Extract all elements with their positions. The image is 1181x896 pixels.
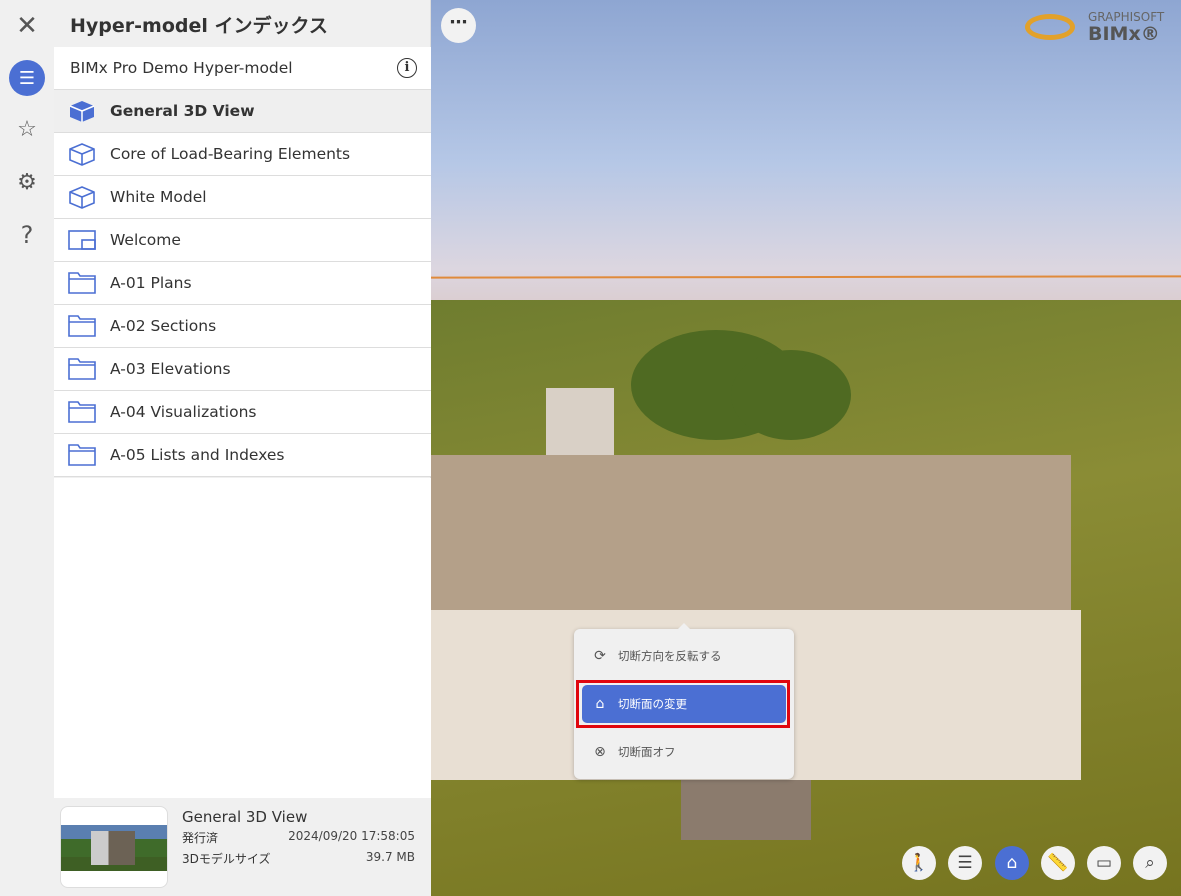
index-item-label: A-02 Sections [110, 317, 217, 335]
section-off-item[interactable]: ⊗ 切断面オフ [582, 733, 786, 771]
index-item[interactable]: A-04 Visualizations [54, 391, 431, 434]
view-thumbnail [60, 806, 168, 888]
cube-filled-icon [54, 99, 110, 123]
index-item-label: A-04 Visualizations [110, 403, 257, 421]
bimx-logo: GRAPHISOFT BIMx® [1025, 8, 1175, 48]
more-options-button[interactable]: ⋯ [441, 8, 476, 43]
3d-viewport[interactable] [431, 0, 1181, 896]
help-icon[interactable]: ? [9, 217, 45, 253]
cube-icon [54, 185, 110, 209]
left-rail: ✕ ☰ ☆ ⚙ ? [0, 0, 54, 896]
layout-button[interactable]: ▭ [1087, 846, 1121, 880]
panel-title: Hyper-model インデックス [70, 15, 328, 37]
zoom-view-button[interactable]: ⌕ [1133, 846, 1167, 880]
index-item[interactable]: Core of Load-Bearing Elements [54, 133, 431, 176]
index-item[interactable]: A-05 Lists and Indexes [54, 434, 431, 477]
index-item[interactable]: A-02 Sections [54, 305, 431, 348]
walk-icon: 🚶 [908, 853, 930, 873]
index-item-label: Core of Load-Bearing Elements [110, 145, 351, 163]
index-item[interactable]: A-01 Plans [54, 262, 431, 305]
index-item-label: A-03 Elevations [110, 360, 231, 378]
highlight-box [576, 680, 790, 728]
gear-icon[interactable]: ⚙ [9, 164, 45, 200]
close-circle-icon: ⊗ [594, 744, 606, 760]
index-item-label: A-01 Plans [110, 274, 192, 292]
size-label: 3Dモデルサイズ [182, 852, 271, 866]
project-name: BIMx Pro Demo Hyper-model [70, 59, 293, 77]
info-icon[interactable]: i [397, 58, 417, 78]
index-item-label: General 3D View [110, 102, 255, 120]
index-item[interactable]: A-03 Elevations [54, 348, 431, 391]
settings-sliders-button[interactable]: ☰ [948, 846, 982, 880]
view-info-card: General 3D View 発行済 2024/09/20 17:58:05 … [54, 798, 431, 896]
size-value: 39.7 MB [365, 850, 415, 864]
walk-button[interactable]: 🚶 [902, 846, 936, 880]
flip-section-item[interactable]: ⟳ 切断方向を反転する [582, 637, 786, 675]
index-list: BIMx Pro Demo Hyper-model i General 3D V… [54, 47, 431, 477]
star-icon[interactable]: ☆ [9, 111, 45, 147]
section-box-button[interactable]: ⌂ [995, 846, 1029, 880]
index-item[interactable]: Welcome [54, 219, 431, 262]
project-row[interactable]: BIMx Pro Demo Hyper-model i [54, 47, 431, 90]
folder-icon [54, 314, 110, 338]
layout-icon: ▭ [1095, 853, 1113, 873]
folder-icon [54, 400, 110, 424]
layout-icon [54, 229, 110, 251]
index-panel: Hyper-model インデックス BIMx Pro Demo Hyper-m… [54, 0, 431, 896]
index-item-label: White Model [110, 188, 207, 206]
index-item-label: Welcome [110, 231, 181, 249]
folder-icon [54, 271, 110, 295]
cube-icon [54, 142, 110, 166]
list-icon[interactable]: ☰ [9, 60, 45, 96]
index-item[interactable]: White Model [54, 176, 431, 219]
section-box-icon: ⌂ [1006, 853, 1018, 873]
index-item[interactable]: General 3D View [54, 90, 431, 133]
close-icon[interactable]: ✕ [9, 8, 45, 44]
published-value: 2024/09/20 17:58:05 [288, 829, 415, 843]
card-title: General 3D View [182, 808, 308, 826]
index-item-label: A-05 Lists and Indexes [110, 446, 285, 464]
ruler-icon: 📏 [1047, 853, 1069, 873]
rotate-icon: ⟳ [594, 648, 606, 664]
sliders-icon: ☰ [957, 853, 973, 873]
folder-icon [54, 443, 110, 467]
folder-icon [54, 357, 110, 381]
measure-button[interactable]: 📏 [1041, 846, 1075, 880]
published-label: 発行済 [182, 831, 219, 845]
search-view-icon: ⌕ [1145, 853, 1155, 873]
